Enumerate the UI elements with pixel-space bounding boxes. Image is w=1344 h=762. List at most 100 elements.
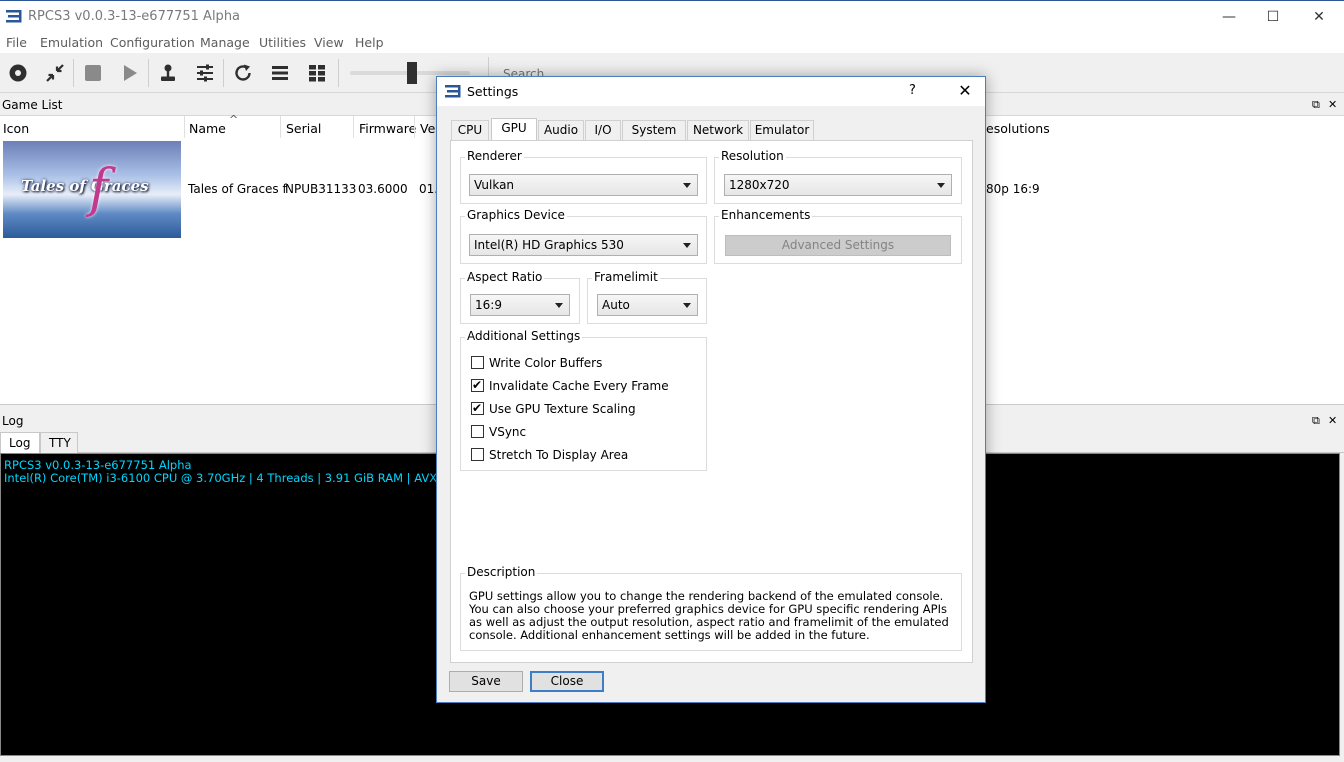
- checkbox-box[interactable]: [471, 448, 484, 461]
- graphics-device-value: Intel(R) HD Graphics 530: [474, 238, 624, 252]
- game-name[interactable]: Tales of Graces f: [188, 182, 287, 196]
- tab-cpu[interactable]: CPU: [451, 120, 489, 140]
- checkbox-box[interactable]: [471, 425, 484, 438]
- fullscreen-button[interactable]: [42, 61, 68, 85]
- joystick-icon: [161, 64, 175, 81]
- framelimit-label: Framelimit: [592, 270, 660, 284]
- save-button[interactable]: Save: [449, 671, 523, 692]
- tab-system[interactable]: System: [622, 120, 686, 140]
- column-header-resolutions[interactable]: esolutions: [986, 121, 1050, 136]
- dock-close-icon[interactable]: ✕: [1328, 98, 1337, 111]
- sliders-icon: [197, 64, 213, 82]
- rpcs3-logo-icon: [6, 10, 22, 23]
- tab-emulator[interactable]: Emulator: [750, 120, 814, 140]
- checkmark-icon: ✔: [472, 401, 483, 415]
- play-icon: [124, 65, 137, 81]
- cover-logo-f: f: [89, 159, 109, 219]
- minimize-button[interactable]: —: [1206, 1, 1252, 33]
- column-header-name[interactable]: Name: [189, 121, 226, 136]
- column-separator: [184, 116, 185, 138]
- tab-gpu[interactable]: GPU: [491, 118, 537, 141]
- menu-help[interactable]: Help: [355, 35, 384, 50]
- config-button[interactable]: [192, 61, 218, 85]
- refresh-icon: [235, 64, 251, 81]
- graphics-device-select[interactable]: Intel(R) HD Graphics 530: [469, 234, 698, 256]
- checkbox-box[interactable]: ✔: [471, 401, 484, 415]
- main-titlebar: RPCS3 v0.0.3-13-e677751 Alpha — ☐ ✕: [0, 0, 1344, 33]
- checkbox-box[interactable]: [471, 356, 484, 369]
- refresh-button[interactable]: [230, 61, 256, 85]
- renderer-select[interactable]: Vulkan: [469, 174, 698, 196]
- menu-emulation[interactable]: Emulation: [40, 35, 103, 50]
- slider-handle[interactable]: [407, 62, 417, 84]
- checkbox-label: VSync: [489, 425, 527, 439]
- game-serial[interactable]: NPUB31133: [285, 182, 356, 196]
- advanced-settings-button[interactable]: Advanced Settings: [725, 235, 951, 256]
- tab-network[interactable]: Network: [687, 120, 749, 140]
- column-header-icon[interactable]: Icon: [3, 121, 29, 136]
- framelimit-value: Auto: [602, 298, 630, 312]
- tab-tty[interactable]: TTY: [40, 432, 78, 453]
- play-button[interactable]: [117, 61, 143, 85]
- help-button[interactable]: ?: [909, 83, 916, 98]
- dock-close-icon[interactable]: ✕: [1328, 414, 1337, 427]
- cover-title-text: Tales of Graces: [21, 177, 149, 195]
- chevron-down-icon: [555, 303, 563, 308]
- maximize-button[interactable]: ☐: [1250, 1, 1296, 33]
- toolbar-separator: [73, 59, 74, 87]
- tab-io[interactable]: I/O: [585, 120, 621, 140]
- menu-file[interactable]: File: [6, 35, 27, 50]
- aspect-ratio-value: 16:9: [475, 298, 502, 312]
- stop-button[interactable]: [80, 61, 106, 85]
- rpcs3-logo-icon: [445, 85, 461, 98]
- dialog-title: Settings: [467, 84, 519, 99]
- framelimit-group: Framelimit Auto: [587, 270, 707, 324]
- chevron-down-icon: [937, 183, 945, 188]
- checkbox-box[interactable]: ✔: [471, 378, 484, 392]
- checkbox-label: Invalidate Cache Every Frame: [489, 379, 669, 393]
- grid-view-button[interactable]: [304, 61, 330, 85]
- menu-view[interactable]: View: [314, 35, 344, 50]
- resolution-group: Resolution 1280x720: [714, 149, 962, 204]
- game-cover-image[interactable]: Tales of Graces f: [3, 141, 181, 238]
- checkmark-icon: ✔: [472, 378, 483, 392]
- grid-icon: [309, 65, 325, 82]
- dialog-close-button[interactable]: ✕: [951, 79, 979, 103]
- game-list-title: Game List: [2, 98, 63, 112]
- window-close-button[interactable]: ✕: [1296, 1, 1342, 33]
- tab-audio[interactable]: Audio: [538, 120, 584, 140]
- resolution-select[interactable]: 1280x720: [724, 174, 952, 196]
- menu-configuration[interactable]: Configuration: [110, 35, 195, 50]
- description-group: Description GPU settings allow you to ch…: [460, 565, 962, 651]
- list-view-button[interactable]: [267, 61, 293, 85]
- aspect-ratio-select[interactable]: 16:9: [470, 294, 570, 316]
- resolution-value: 1280x720: [729, 178, 790, 192]
- column-header-serial[interactable]: Serial: [286, 121, 321, 136]
- disc-icon: [9, 64, 27, 82]
- game-resolutions[interactable]: 80p 16:9: [986, 182, 1040, 196]
- column-header-firmware[interactable]: Firmware: [359, 121, 416, 136]
- tab-log[interactable]: Log: [0, 432, 40, 453]
- chevron-down-icon: [683, 243, 691, 248]
- aspect-ratio-label: Aspect Ratio: [465, 270, 545, 284]
- float-icon[interactable]: ⧉: [1312, 98, 1320, 112]
- float-icon[interactable]: ⧉: [1312, 414, 1320, 428]
- close-button[interactable]: Close: [530, 671, 604, 692]
- log-title: Log: [2, 414, 24, 428]
- enhancements-label: Enhancements: [719, 208, 813, 222]
- sort-indicator-icon: ^: [229, 113, 239, 126]
- pads-button[interactable]: [155, 61, 181, 85]
- toolbar-separator: [223, 59, 224, 87]
- graphics-device-group: Graphics Device Intel(R) HD Graphics 530: [460, 208, 707, 264]
- menu-utilities[interactable]: Utilities: [259, 35, 306, 50]
- framelimit-select[interactable]: Auto: [597, 294, 698, 316]
- description-text: GPU settings allow you to change the ren…: [469, 589, 949, 642]
- additional-settings-group: Additional Settings Write Color Buffers …: [460, 329, 707, 471]
- chevron-down-icon: [683, 183, 691, 188]
- aspect-ratio-group: Aspect Ratio 16:9: [460, 270, 580, 324]
- enhancements-group: Enhancements Advanced Settings: [714, 208, 962, 264]
- game-firmware[interactable]: 03.6000: [358, 182, 408, 196]
- menu-manage[interactable]: Manage: [200, 35, 250, 50]
- checkbox-label: Stretch To Display Area: [489, 448, 629, 462]
- boot-disc-button[interactable]: [5, 61, 31, 85]
